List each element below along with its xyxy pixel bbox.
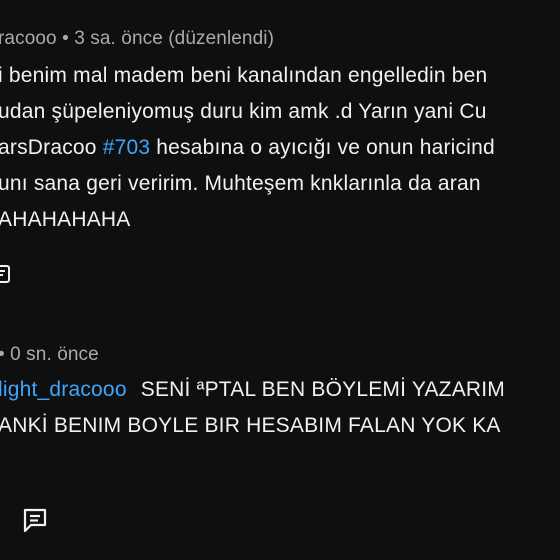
mention-link[interactable]: light_dracooo — [0, 378, 127, 401]
comment-2-line-1-text: SENİ ªPTAL BEN BÖYLEMİ YAZARIM — [140, 378, 506, 401]
comment-2-meta: • 0 sn. önce — [0, 344, 99, 365]
comment-1-line-5: AHAHAHAHA — [0, 208, 131, 231]
comment-reply-icon[interactable] — [20, 505, 50, 535]
comment-1-author-handle: arsDracoo — [0, 136, 97, 159]
comment-1-line-4: unı sana geri veririm. Muhteşem knkların… — [0, 172, 481, 195]
comment-icon[interactable] — [0, 263, 12, 287]
comment-2-line-1: light_dracooo SENİ ªPTAL BEN BÖYLEMİ YAZ… — [0, 378, 505, 402]
comment-1-line-3: arsDracoo #703 hesabına o ayıcığı ve onu… — [0, 136, 495, 160]
comment-1-line-1: i benim mal madem beni kanalından engell… — [0, 64, 488, 87]
comment-1-meta: racooo • 3 sa. önce (düzenlendi) — [0, 28, 275, 49]
comment-2-line-2: ANKİ BENIM BOYLE BIR HESABIM FALAN YOK K… — [0, 414, 501, 437]
hashtag-link[interactable]: #703 — [103, 136, 151, 159]
comment-1-line-2: udan şüpeleniyomuş duru kim amk .d Yarın… — [0, 100, 487, 123]
comment-1-line-3-rest: hesabına o ayıcığı ve onun haricind — [156, 136, 495, 159]
